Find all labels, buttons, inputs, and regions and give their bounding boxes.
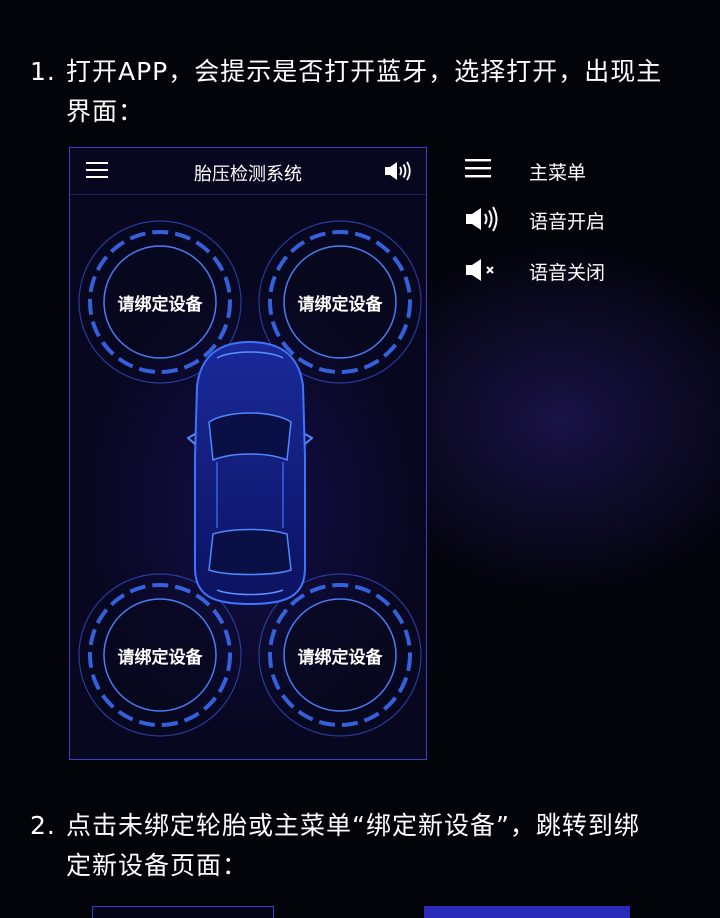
legend-label: 主菜单 (529, 162, 587, 184)
step-text-line: 定新设备页面： (66, 851, 249, 880)
step-2-text: 2. 点击未绑定轮胎或主菜单“绑定新设备”，跳转到绑 定新设备页面： (30, 806, 640, 886)
step-1-text: 1. 打开APP，会提示是否打开蓝牙，选择打开，出现主 界面： (30, 52, 662, 132)
speaker-mute-icon (465, 256, 501, 288)
step-number: 2. (30, 811, 56, 840)
step-text-line: 打开APP，会提示是否打开蓝牙，选择打开，出现主 (66, 57, 663, 86)
app-header: 胎压检测系统 (70, 148, 426, 195)
legend-label: 语音开启 (529, 211, 606, 233)
wheel-label: 请绑定设备 (117, 295, 203, 315)
wheel-label: 请绑定设备 (297, 648, 383, 668)
step-number: 1. (30, 57, 56, 86)
legend-label: 语音关闭 (529, 262, 606, 284)
app-screenshot: 胎压检测系统 请绑定设备 请绑定设备 请绑定设备 请绑定设备 (69, 147, 427, 760)
step-text-line: 点击未绑定轮胎或主菜单“绑定新设备”，跳转到绑 (66, 811, 640, 840)
speaker-on-icon[interactable] (384, 160, 414, 186)
next-screenshot-preview (92, 906, 274, 918)
wheel-label: 请绑定设备 (297, 295, 383, 315)
next-screenshot-preview (424, 906, 630, 918)
app-title: 胎压检测系统 (194, 164, 302, 185)
step-text-line: 界面： (66, 97, 145, 126)
menu-icon (465, 156, 493, 184)
speaker-on-icon (465, 205, 501, 237)
wheel-label: 请绑定设备 (117, 648, 203, 668)
car-icon (187, 340, 313, 606)
